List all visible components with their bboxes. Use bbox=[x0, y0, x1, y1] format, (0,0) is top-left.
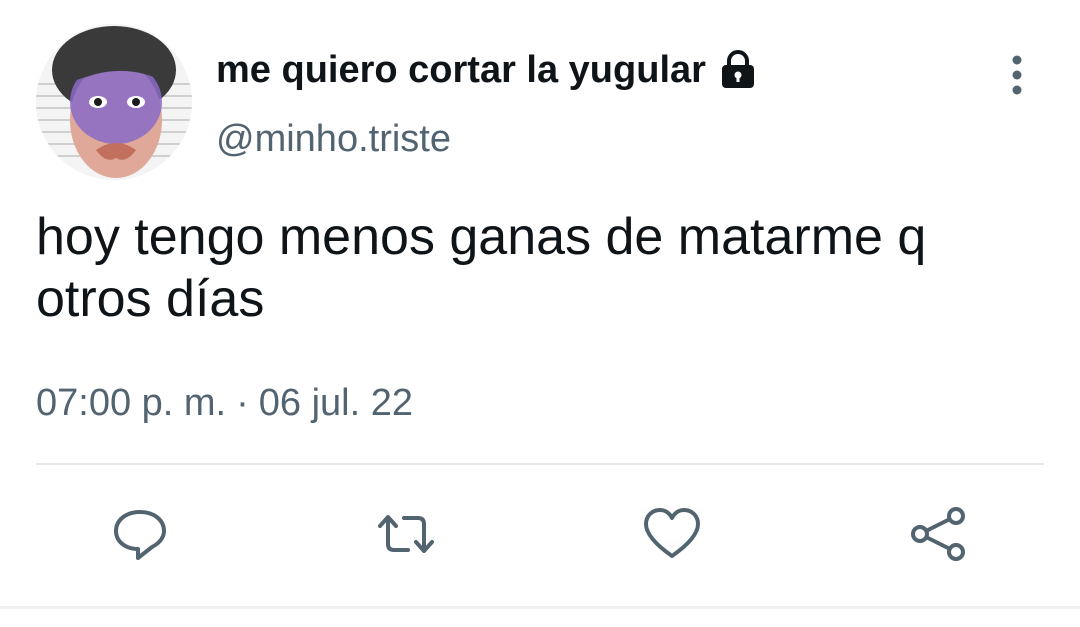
tweet-card: me quiero cortar la yugular @minho.trist… bbox=[0, 0, 1080, 627]
bottom-divider bbox=[0, 606, 1080, 609]
tweet-date: 06 jul. 22 bbox=[258, 382, 414, 424]
tweet-time: 07:00 p. m. bbox=[36, 382, 227, 424]
share-icon bbox=[911, 507, 965, 561]
reply-icon bbox=[114, 510, 166, 560]
heart-icon bbox=[644, 508, 700, 558]
more-options-icon[interactable] bbox=[1000, 52, 1034, 98]
timestamp-separator: · bbox=[236, 382, 249, 424]
display-name[interactable]: me quiero cortar la yugular bbox=[216, 49, 706, 92]
divider bbox=[36, 463, 1044, 465]
timestamp[interactable]: 07:00 p. m. · 06 jul. 22 bbox=[36, 382, 413, 425]
like-button[interactable] bbox=[642, 504, 702, 564]
retweet-button[interactable] bbox=[376, 504, 436, 564]
reply-button[interactable] bbox=[110, 504, 170, 564]
tweet-text: hoy tengo menos ganas de matarme q otros… bbox=[36, 208, 927, 328]
avatar-image bbox=[36, 24, 192, 180]
user-handle[interactable]: @minho.triste bbox=[216, 118, 451, 161]
retweet-icon bbox=[378, 515, 434, 553]
lock-icon bbox=[716, 48, 760, 92]
display-name-row[interactable]: me quiero cortar la yugular bbox=[216, 46, 760, 94]
share-button[interactable] bbox=[908, 504, 968, 564]
avatar[interactable] bbox=[36, 24, 192, 180]
